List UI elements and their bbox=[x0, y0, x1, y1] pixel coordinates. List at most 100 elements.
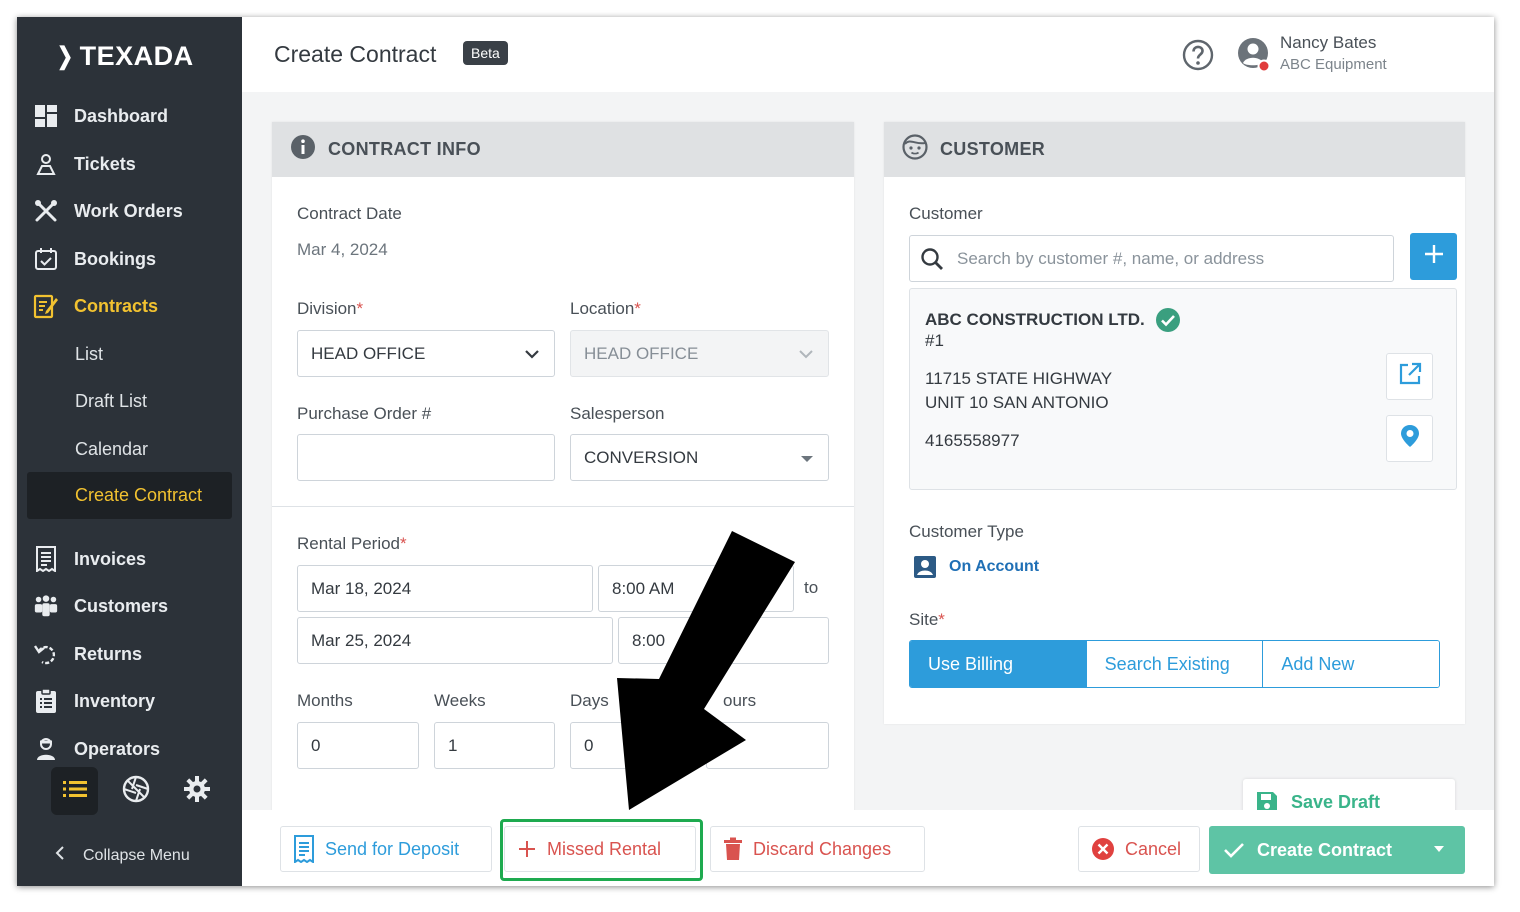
customer-number: #1 bbox=[925, 331, 944, 350]
selected-customer-panel: ABC CONSTRUCTION LTD. #1 11715 STATE HIG… bbox=[909, 288, 1457, 490]
chevron-down-icon bbox=[524, 344, 540, 364]
weeks-input[interactable]: 1 bbox=[434, 722, 555, 769]
user-avatar[interactable] bbox=[1237, 37, 1271, 78]
user-name: Nancy Bates bbox=[1280, 33, 1377, 52]
open-customer-button[interactable] bbox=[1386, 353, 1433, 400]
verified-check-icon bbox=[1155, 307, 1181, 333]
rental-end-time-input[interactable]: 8:00 bbox=[618, 617, 829, 664]
clipboard-list-icon bbox=[33, 688, 59, 714]
rental-start-date-input[interactable]: Mar 18, 2024 bbox=[297, 565, 593, 612]
settings-button[interactable] bbox=[174, 767, 221, 815]
sidebar-item-returns[interactable]: Returns bbox=[33, 634, 233, 674]
help-button[interactable] bbox=[1182, 39, 1214, 76]
shortcuts-button[interactable] bbox=[112, 767, 159, 815]
undo-icon bbox=[33, 641, 59, 667]
hours-input[interactable] bbox=[706, 722, 829, 769]
sidebar-item-dashboard[interactable]: Dashboard bbox=[33, 96, 233, 136]
salesperson-select[interactable]: CONVERSION bbox=[570, 434, 829, 481]
salesperson-label: Salesperson bbox=[570, 404, 665, 423]
customer-type-label: Customer Type bbox=[909, 522, 1024, 541]
account-box-icon bbox=[913, 555, 937, 579]
page-title: Create Contract bbox=[274, 41, 437, 67]
plus-icon bbox=[1424, 244, 1444, 269]
months-input[interactable]: 0 bbox=[297, 722, 419, 769]
tools-icon bbox=[33, 198, 59, 224]
sidebar-item-contracts[interactable]: Contracts bbox=[33, 286, 233, 326]
location-select[interactable]: HEAD OFFICE bbox=[570, 330, 829, 377]
aperture-icon bbox=[122, 775, 150, 808]
missed-rental-highlight bbox=[500, 819, 703, 881]
purchase-order-input[interactable] bbox=[297, 434, 555, 481]
sidebar-subitem-create-contract[interactable]: Create Contract bbox=[27, 472, 232, 519]
sidebar-item-inventory[interactable]: Inventory bbox=[33, 681, 233, 721]
map-pin-icon bbox=[1400, 424, 1420, 453]
info-icon bbox=[290, 134, 316, 165]
close-circle-icon bbox=[1091, 837, 1115, 861]
people-icon bbox=[33, 593, 59, 619]
sidebar-item-bookings[interactable]: Bookings bbox=[33, 239, 233, 279]
division-label: Division* bbox=[297, 299, 364, 318]
trash-icon bbox=[723, 837, 743, 861]
cancel-button[interactable]: Cancel bbox=[1078, 826, 1200, 872]
app-window: ❯ TEXADA Dashboard Tickets Work Orders B… bbox=[17, 17, 1494, 886]
sidebar-item-work-orders[interactable]: Work Orders bbox=[33, 191, 233, 231]
sidebar-subitem-calendar[interactable]: Calendar bbox=[75, 434, 148, 464]
customer-address-line1: 11715 STATE HIGHWAY bbox=[925, 369, 1113, 388]
site-search-existing-option[interactable]: Search Existing bbox=[1085, 641, 1263, 687]
checkmark-icon bbox=[1223, 841, 1245, 859]
collapse-menu-button[interactable]: Collapse Menu bbox=[55, 845, 190, 866]
months-label: Months bbox=[297, 691, 353, 710]
top-header: Create Contract Beta Nancy Bates ABC Equ… bbox=[242, 17, 1494, 92]
create-contract-button[interactable]: Create Contract bbox=[1209, 826, 1465, 874]
customer-name: ABC CONSTRUCTION LTD. bbox=[925, 307, 1181, 333]
add-customer-button[interactable] bbox=[1410, 233, 1457, 280]
location-label: Location* bbox=[570, 299, 641, 318]
texada-logo[interactable]: ❯ TEXADA bbox=[55, 41, 194, 72]
sidebar-item-tickets[interactable]: Tickets bbox=[33, 144, 233, 184]
division-select[interactable]: HEAD OFFICE bbox=[297, 330, 555, 377]
sidebar: ❯ TEXADA Dashboard Tickets Work Orders B… bbox=[17, 17, 242, 886]
contract-info-card: CONTRACT INFO Contract Date Mar 4, 2024 … bbox=[272, 122, 854, 822]
customer-phone: 4165558977 bbox=[925, 431, 1020, 450]
hours-label: ours bbox=[723, 691, 757, 710]
sidebar-subitem-list[interactable]: List bbox=[75, 339, 103, 369]
sidebar-item-operators[interactable]: Operators bbox=[33, 729, 233, 769]
section-divider bbox=[272, 506, 854, 507]
customer-card: CUSTOMER Customer Search by customer #, … bbox=[884, 122, 1465, 724]
purchase-order-label: Purchase Order # bbox=[297, 404, 432, 423]
customer-map-button[interactable] bbox=[1386, 415, 1433, 462]
list-icon bbox=[62, 779, 87, 804]
weeks-label: Weeks bbox=[434, 691, 486, 710]
gear-icon bbox=[183, 775, 211, 808]
dropdown-caret-icon[interactable] bbox=[1433, 845, 1445, 853]
rental-start-time-input[interactable]: 8:00 AM bbox=[598, 565, 794, 612]
customer-label: Customer bbox=[909, 204, 983, 223]
menu-list-button[interactable] bbox=[51, 767, 99, 815]
customer-address-line2: UNIT 10 SAN ANTONIO bbox=[925, 393, 1109, 412]
dashboard-icon bbox=[33, 103, 59, 129]
caret-down-icon bbox=[800, 448, 814, 468]
days-label: Days bbox=[570, 691, 609, 710]
sidebar-item-invoices[interactable]: Invoices bbox=[33, 539, 233, 579]
operator-icon bbox=[33, 736, 59, 762]
days-input[interactable]: 0 bbox=[570, 722, 691, 769]
customer-search-input[interactable]: Search by customer #, name, or address bbox=[909, 235, 1394, 282]
send-for-deposit-button[interactable]: Send for Deposit bbox=[280, 826, 492, 872]
rental-end-date-input[interactable]: Mar 25, 2024 bbox=[297, 617, 613, 664]
discard-changes-button[interactable]: Discard Changes bbox=[710, 826, 925, 872]
chevron-down-icon bbox=[798, 344, 814, 364]
to-label: to bbox=[804, 578, 819, 597]
external-link-icon bbox=[1398, 362, 1422, 391]
contract-date-label: Contract Date bbox=[297, 204, 402, 223]
user-organization: ABC Equipment bbox=[1280, 56, 1387, 73]
sidebar-subitem-draft-list[interactable]: Draft List bbox=[75, 386, 147, 416]
contract-edit-icon bbox=[33, 293, 59, 319]
site-add-new-option[interactable]: Add New bbox=[1262, 641, 1439, 687]
person-pin-icon bbox=[33, 151, 59, 177]
site-use-billing-option[interactable]: Use Billing bbox=[910, 641, 1086, 687]
logo-chevron-icon: ❯ bbox=[57, 43, 74, 70]
customer-face-icon bbox=[902, 134, 928, 165]
sidebar-item-customers[interactable]: Customers bbox=[33, 586, 233, 626]
beta-badge: Beta bbox=[463, 41, 508, 65]
search-icon bbox=[920, 247, 944, 271]
